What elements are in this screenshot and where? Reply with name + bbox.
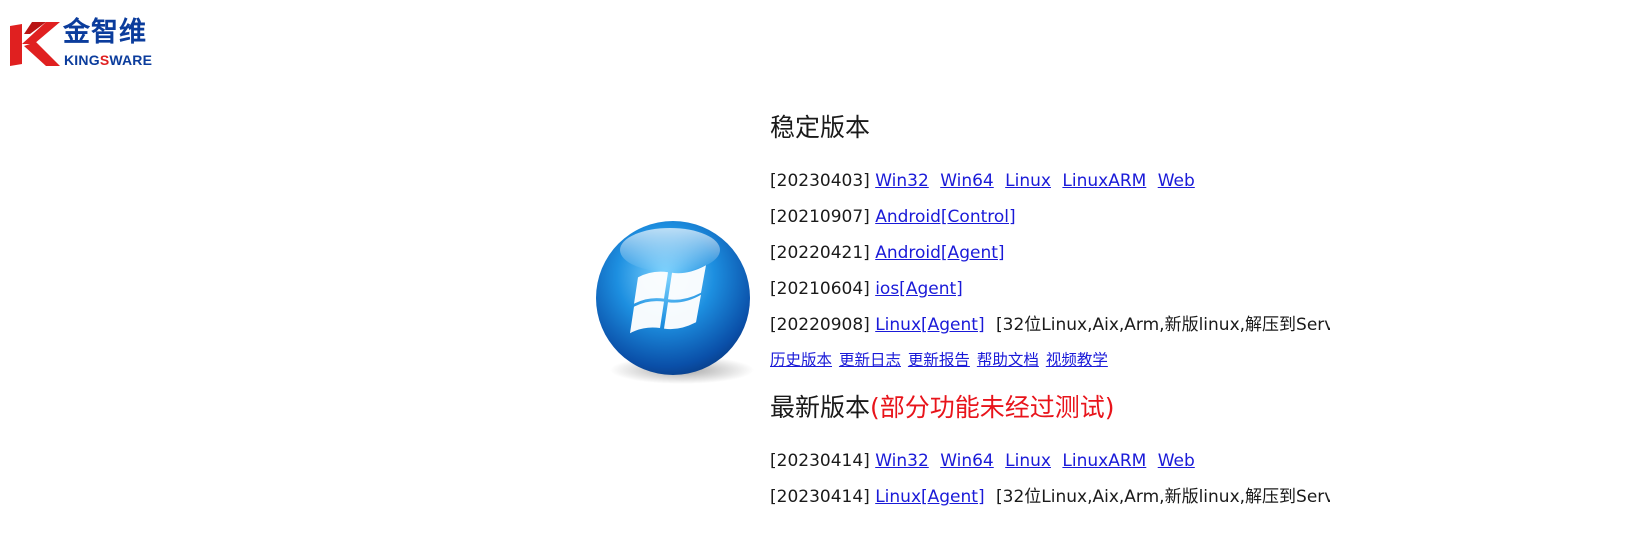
release-date: [20230414] xyxy=(770,451,870,471)
download-link-web[interactable]: Web xyxy=(1158,451,1195,471)
download-link-linuxarm[interactable]: LinuxARM xyxy=(1062,451,1146,471)
list-item: [20220908] Linux[Agent] [32位Linux,Aix,Ar… xyxy=(770,317,1330,334)
latest-heading: 最新版本(部分功能未经过测试) xyxy=(770,393,1115,422)
download-link-linux-agent[interactable]: Linux[Agent] xyxy=(875,315,984,335)
kingsware-k-logo-icon xyxy=(10,22,60,66)
history-versions-link[interactable]: 历史版本 xyxy=(770,351,832,369)
linux-agent-note: [32位Linux,Aix,Arm,新版linux,解压到Server目录下 xyxy=(996,487,1330,507)
stable-heading: 稳定版本 xyxy=(770,113,871,142)
download-link-win64[interactable]: Win64 xyxy=(940,171,994,191)
download-link-web[interactable]: Web xyxy=(1158,171,1195,191)
download-link-linux[interactable]: Linux xyxy=(1005,171,1051,191)
list-item: [20230414] Win32 Win64 Linux LinuxARM We… xyxy=(770,453,1201,470)
download-link-win64[interactable]: Win64 xyxy=(940,451,994,471)
help-docs-link[interactable]: 帮助文档 xyxy=(977,351,1039,369)
release-date: [20230403] xyxy=(770,171,870,191)
release-date: [20220421] xyxy=(770,243,870,263)
video-tutorial-link[interactable]: 视频教学 xyxy=(1046,351,1108,369)
list-item: [20210907] Android[Control] xyxy=(770,209,1022,226)
download-link-win32[interactable]: Win32 xyxy=(875,171,929,191)
linux-agent-note: [32位Linux,Aix,Arm,新版linux,解压到Server目录下 xyxy=(996,315,1330,335)
list-item: [20230414] Linux[Agent] [32位Linux,Aix,Ar… xyxy=(770,489,1330,506)
release-date: [20210907] xyxy=(770,207,870,227)
download-panel: 稳定版本 [20230403] Win32 Win64 Linux LinuxA… xyxy=(770,0,1330,553)
latest-heading-note: (部分功能未经过测试) xyxy=(870,393,1115,422)
download-link-linux-agent[interactable]: Linux[Agent] xyxy=(875,487,984,507)
changelog-link[interactable]: 更新日志 xyxy=(839,351,901,369)
release-date: [20230414] xyxy=(770,487,870,507)
download-link-linuxarm[interactable]: LinuxARM xyxy=(1062,171,1146,191)
list-item: [20220421] Android[Agent] xyxy=(770,245,1011,262)
footer-links: 历史版本 更新日志 更新报告 帮助文档 视频教学 xyxy=(770,351,1110,369)
update-report-link[interactable]: 更新报告 xyxy=(908,351,970,369)
download-link-win32[interactable]: Win32 xyxy=(875,451,929,471)
release-date: [20210604] xyxy=(770,279,870,299)
download-link-linux[interactable]: Linux xyxy=(1005,451,1051,471)
list-item: [20230403] Win32 Win64 Linux LinuxARM We… xyxy=(770,173,1201,190)
download-link-ios-agent[interactable]: ios[Agent] xyxy=(875,279,963,299)
kingsware-logo: 金智维 KINGSWARE xyxy=(8,17,168,68)
download-link-android-agent[interactable]: Android[Agent] xyxy=(875,243,1004,263)
windows-orb-icon xyxy=(590,220,765,390)
logo-chinese-name: 金智维 xyxy=(63,17,147,48)
logo-english-name: KINGSWARE xyxy=(64,52,153,68)
release-date: [20220908] xyxy=(770,315,870,335)
download-link-android-control[interactable]: Android[Control] xyxy=(875,207,1015,227)
list-item: [20210604] ios[Agent] xyxy=(770,281,969,298)
